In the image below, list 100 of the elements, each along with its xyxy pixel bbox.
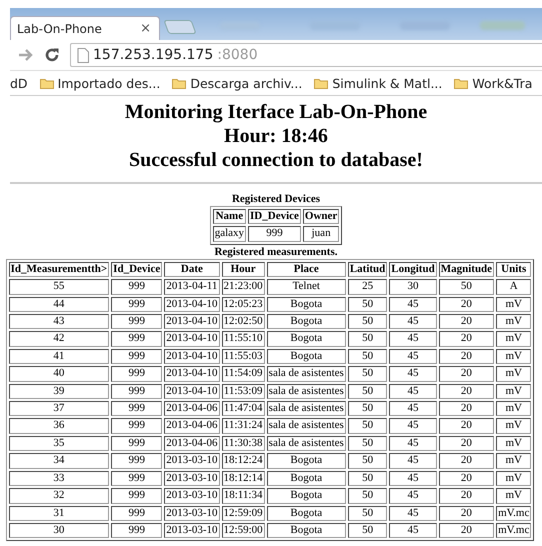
table-cell: 2013-03-10: [164, 522, 220, 538]
column-header: Name: [212, 209, 246, 224]
forward-arrow-icon[interactable]: [18, 48, 34, 62]
column-header: Units: [496, 262, 532, 278]
table-cell: 50: [438, 279, 494, 295]
table-cell: 55: [8, 279, 110, 295]
bookmark-item[interactable]: Descarga archiv...: [172, 76, 302, 90]
column-header: ID_Device: [248, 209, 301, 224]
table-cell: 20: [438, 296, 494, 312]
table-cell: 45: [389, 470, 437, 486]
table-cell: mV: [496, 331, 532, 347]
table-cell: mV: [496, 348, 532, 364]
table-cell: mV: [496, 418, 532, 434]
table-cell: 2013-03-10: [164, 506, 220, 521]
table-cell: 999: [111, 366, 162, 382]
table-cell: 39: [8, 384, 110, 400]
table-cell: mV: [496, 384, 532, 400]
table-cell: A: [496, 279, 532, 295]
table-cell: 20: [438, 401, 494, 416]
bookmark-item[interactable]: Work&Tra: [454, 76, 532, 90]
table-cell: 11:54:09: [222, 366, 265, 382]
table-cell: 999: [111, 401, 162, 416]
table-cell: 11:55:03: [222, 348, 265, 364]
table-cell: 50: [348, 348, 388, 364]
table-cell: mV: [496, 366, 532, 382]
table-cell: 40: [8, 366, 110, 382]
table-cell: 45: [389, 331, 437, 347]
table-caption: Registered Devices: [232, 192, 320, 206]
table-cell: Bogota: [266, 488, 346, 504]
table-cell: 11:55:10: [222, 331, 265, 347]
table-cell: 11:47:04: [222, 401, 265, 416]
table-cell: 45: [389, 401, 437, 416]
new-tab-button[interactable]: [163, 20, 197, 34]
table-cell: 12:05:23: [222, 296, 265, 312]
table-cell: 30: [8, 522, 110, 538]
table-cell: 999: [111, 348, 162, 364]
table-cell: 20: [438, 470, 494, 486]
table-cell: mV.mc: [496, 522, 532, 538]
table-cell: Telnet: [266, 279, 346, 295]
table-cell: mV: [496, 401, 532, 416]
table-cell: 50: [348, 314, 388, 330]
table-cell: 2013-04-06: [164, 436, 220, 452]
table-cell: Bogota: [266, 470, 346, 486]
table-cell: 11:53:09: [222, 384, 265, 400]
table-cell: 43: [8, 314, 110, 330]
table-cell: 50: [348, 453, 388, 469]
table-cell: 45: [389, 314, 437, 330]
table-cell: 2013-04-06: [164, 418, 220, 434]
table-cell: mV: [496, 314, 532, 330]
table-cell: 2013-03-10: [164, 453, 220, 469]
table-cell: 20: [438, 366, 494, 382]
table-cell: 37: [8, 401, 110, 416]
table-caption: Registered measurements.: [214, 244, 338, 259]
table-cell: mV.mc: [496, 506, 532, 521]
table-cell: 999: [111, 331, 162, 347]
table-cell: 50: [348, 470, 388, 486]
table-cell: mV: [496, 488, 532, 504]
table-cell: 45: [389, 506, 437, 521]
table-cell: 2013-03-10: [164, 488, 220, 504]
table-cell: 12:59:09: [222, 506, 265, 521]
table-cell: 21:23:00: [222, 279, 265, 295]
table-cell: 999: [111, 453, 162, 469]
table-cell: 20: [438, 348, 494, 364]
table-cell: sala de asistentes: [266, 366, 346, 382]
close-icon[interactable]: ×: [140, 21, 151, 36]
table-cell: 2013-04-10: [164, 331, 220, 347]
browser-tab[interactable]: Lab-On-Phone ×: [10, 16, 160, 40]
table-cell: 18:12:24: [222, 453, 265, 469]
reload-icon[interactable]: [44, 47, 60, 63]
table-cell: 999: [111, 488, 162, 504]
column-header: Date: [164, 262, 220, 278]
table-cell: 33: [8, 470, 110, 486]
column-header: Place: [266, 262, 346, 278]
page-heading: Hour: 18:46: [224, 124, 328, 148]
page-heading: Successful connection to database!: [129, 148, 423, 172]
table-cell: 11:31:24: [222, 418, 265, 434]
table-cell: 20: [438, 488, 494, 504]
table-cell: Bogota: [266, 331, 346, 347]
table-cell: 999: [111, 470, 162, 486]
table-cell: Bogota: [266, 453, 346, 469]
column-header: Id_Device: [111, 262, 162, 278]
bookmark-item[interactable]: dD: [10, 76, 28, 90]
table-cell: 50: [348, 366, 388, 382]
table-cell: 45: [389, 296, 437, 312]
table-cell: 25: [348, 279, 388, 295]
bookmark-item[interactable]: Importado des...: [40, 76, 160, 90]
table-cell: 20: [438, 453, 494, 469]
bookmark-item[interactable]: Simulink & Matl...: [314, 76, 442, 90]
table-cell: mV: [496, 453, 532, 469]
table-cell: 18:12:14: [222, 470, 265, 486]
table-cell: 2013-03-10: [164, 470, 220, 486]
table-cell: 20: [438, 436, 494, 452]
table-cell: 50: [348, 436, 388, 452]
table-cell: 2013-04-10: [164, 296, 220, 312]
column-header: Owner: [302, 209, 340, 224]
table-cell: 999: [248, 226, 301, 242]
table-cell: 20: [438, 384, 494, 400]
address-field[interactable]: 157.253.195.175 :8080: [70, 43, 542, 67]
table-cell: mV: [496, 296, 532, 312]
table-cell: 20: [438, 418, 494, 434]
